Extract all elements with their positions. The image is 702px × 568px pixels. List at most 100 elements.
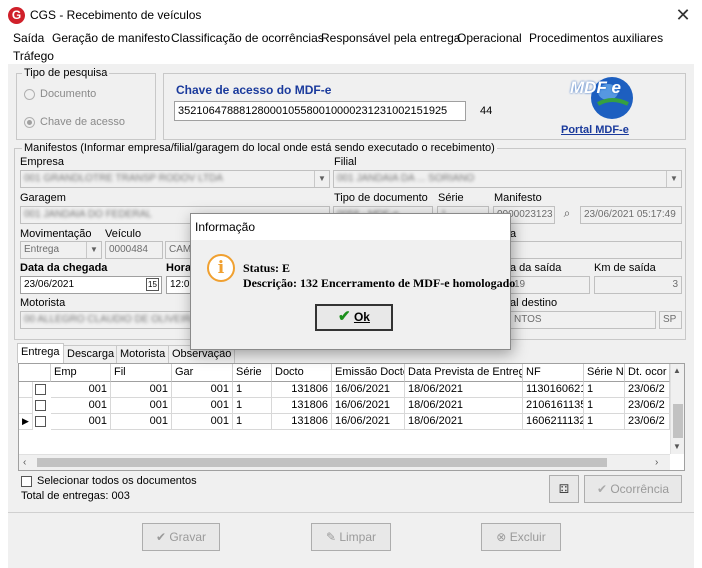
movimentacao-value: Entrega [24, 244, 60, 255]
grid-header[interactable]: NF [523, 364, 584, 382]
dialog-status: Status: E [243, 261, 291, 275]
menu-procedimentos-auxiliares[interactable]: Procedimentos auxiliares [529, 31, 663, 45]
current-row-arrow-icon: ▶ [19, 414, 33, 430]
row-checkbox[interactable] [35, 384, 46, 395]
check-icon: ✔ [155, 530, 170, 544]
calendar-icon[interactable]: 15 [146, 278, 159, 291]
grid-cell: 1 [584, 382, 625, 398]
grid-header[interactable]: Emissão Docto [332, 364, 405, 382]
row-checkbox[interactable] [35, 416, 46, 427]
tipo-documento-label: Tipo de documento [334, 192, 428, 204]
tab-descarga[interactable]: Descarga [63, 345, 119, 363]
menu-classificacao-ocorrencias[interactable]: Classificação de ocorrências [171, 31, 324, 45]
grid-cell: 1606211132 [523, 414, 584, 430]
chevron-down-icon: ▼ [666, 171, 681, 187]
right-field [510, 241, 682, 259]
dialog-description: Descrição: 132 Encerramento de MDF-e hom… [243, 276, 516, 290]
radio-documento-label: Documento [40, 88, 97, 100]
mdfe-logo-icon: MDF e [568, 74, 640, 122]
data-saida-label: a da saída [510, 262, 562, 274]
deliveries-grid: Emp Fil Gar Série Docto Emissão Docto Da… [18, 363, 685, 471]
veiculo-label: Veículo [105, 228, 142, 240]
grid-cell: 1130160621 [523, 382, 584, 398]
grid-header[interactable]: Série NF [584, 364, 625, 382]
horizontal-scrollbar[interactable]: ‹ › [19, 454, 670, 470]
total-deliveries: Total de entregas: 003 [21, 490, 130, 502]
garagem-label: Garagem [20, 192, 66, 204]
grid-cell: 001 [51, 398, 111, 414]
grid-header[interactable]: Fil [111, 364, 172, 382]
menu-geracao-manifesto[interactable]: Geração de manifesto [52, 31, 170, 45]
grid-header[interactable]: Emp [51, 364, 111, 382]
grid-cell: 18/06/2021 [405, 398, 523, 414]
data-chegada-label: Data da chegada [20, 262, 108, 274]
eraser-icon: ✎ [325, 530, 340, 544]
grid-header[interactable]: Série [233, 364, 272, 382]
ok-button-label: Ok [353, 310, 370, 324]
data-chegada-input[interactable]: 23/06/2021 15 [20, 276, 162, 294]
veiculo-code[interactable]: 0000484 [105, 241, 163, 259]
check-icon: ✔ [338, 308, 351, 325]
garagem-value: 001 JANDAIA DO FEDERAL [24, 209, 152, 220]
row-checkbox[interactable] [35, 400, 46, 411]
grid-cell: 131806 [272, 414, 332, 430]
portal-mdfe-link[interactable]: Portal MDF-e [561, 124, 629, 136]
km-saida-input: 3 [594, 276, 682, 294]
motorista-input[interactable]: 00 ALLEGRO CLAUDIO DE OLIVEIRA [20, 311, 195, 329]
manifests-title: Manifestos (Informar empresa/filial/gara… [22, 142, 497, 154]
access-key-input[interactable]: 3521064788812800010558001000023123100215… [174, 101, 466, 121]
grid-cell: 1 [233, 382, 272, 398]
search-type-title: Tipo de pesquisa [22, 67, 110, 79]
menu-saida[interactable]: Saída [13, 31, 44, 45]
menu-trafego[interactable]: Tráfego [13, 49, 54, 63]
grid-header[interactable]: Gar [172, 364, 233, 382]
filial-select[interactable]: 001 JANDAIA DA ... SORIANO ▼ [333, 170, 682, 188]
binoculars-icon[interactable]: ⌕ [558, 206, 576, 224]
grid-cell: 16/06/2021 [332, 414, 405, 430]
serie-label: Série [438, 192, 464, 204]
scroll-down-icon[interactable]: ▼ [673, 442, 681, 451]
grid-cell: 23/06/2 [625, 382, 670, 398]
vertical-scrollbar[interactable]: ▲ ▼ [670, 364, 684, 454]
ocorrencia-button[interactable]: ✔ Ocorrência [584, 475, 682, 503]
movimentacao-select[interactable]: Entrega ▼ [20, 241, 102, 259]
info-icon: i [207, 254, 235, 282]
select-all-checkbox[interactable] [21, 476, 32, 487]
grid-header[interactable]: Docto [272, 364, 332, 382]
search-type-group [16, 73, 156, 140]
radio-chave-acesso[interactable] [24, 117, 35, 128]
scroll-thumb[interactable] [37, 458, 607, 467]
menu-bar: Saída Geração de manifesto Classificação… [0, 30, 702, 64]
scroll-right-icon[interactable]: › [655, 457, 658, 468]
menu-responsavel-entrega[interactable]: Responsável pela entrega [321, 31, 460, 45]
grid-cell: 001 [111, 398, 172, 414]
scroll-up-icon[interactable]: ▲ [673, 366, 681, 375]
row-indicator [19, 382, 33, 398]
empresa-label: Empresa [20, 156, 65, 168]
scroll-left-icon[interactable]: ‹ [23, 457, 26, 468]
radio-documento[interactable] [24, 89, 35, 100]
tab-entrega[interactable]: Entrega [17, 343, 64, 363]
gravar-button[interactable]: ✔ Gravar [142, 523, 220, 551]
scroll-thumb[interactable] [673, 404, 683, 438]
ok-button[interactable]: ✔ Ok [315, 304, 393, 331]
radio-chave-acesso-label: Chave de acesso [40, 116, 125, 128]
dice-icon[interactable]: ⚃ [549, 475, 579, 503]
grid-cell: 131806 [272, 398, 332, 414]
grid-cell: 1 [233, 398, 272, 414]
manifesto-datetime: 23/06/2021 05:17:49 [580, 206, 682, 224]
grid-cell: 23/06/2 [625, 414, 670, 430]
excluir-button[interactable]: ⊗ Excluir [481, 523, 561, 551]
km-saida-label: Km de saída [594, 262, 656, 274]
limpar-button[interactable]: ✎ Limpar [311, 523, 391, 551]
menu-operacional[interactable]: Operacional [457, 31, 522, 45]
grid-cell: 001 [51, 414, 111, 430]
tab-motorista[interactable]: Motorista [116, 345, 170, 363]
grid-cell: 131806 [272, 382, 332, 398]
grid-header[interactable]: Data Prevista de Entrega [405, 364, 523, 382]
grid-header[interactable]: Dt. ocor [625, 364, 670, 382]
grid-cell: 001 [172, 382, 233, 398]
chevron-down-icon: ▼ [86, 242, 101, 258]
empresa-select[interactable]: 001 GRANDLOTRE TRANSP RODOV LTDA ▼ [20, 170, 330, 188]
close-icon[interactable]: ✕ [672, 4, 694, 26]
